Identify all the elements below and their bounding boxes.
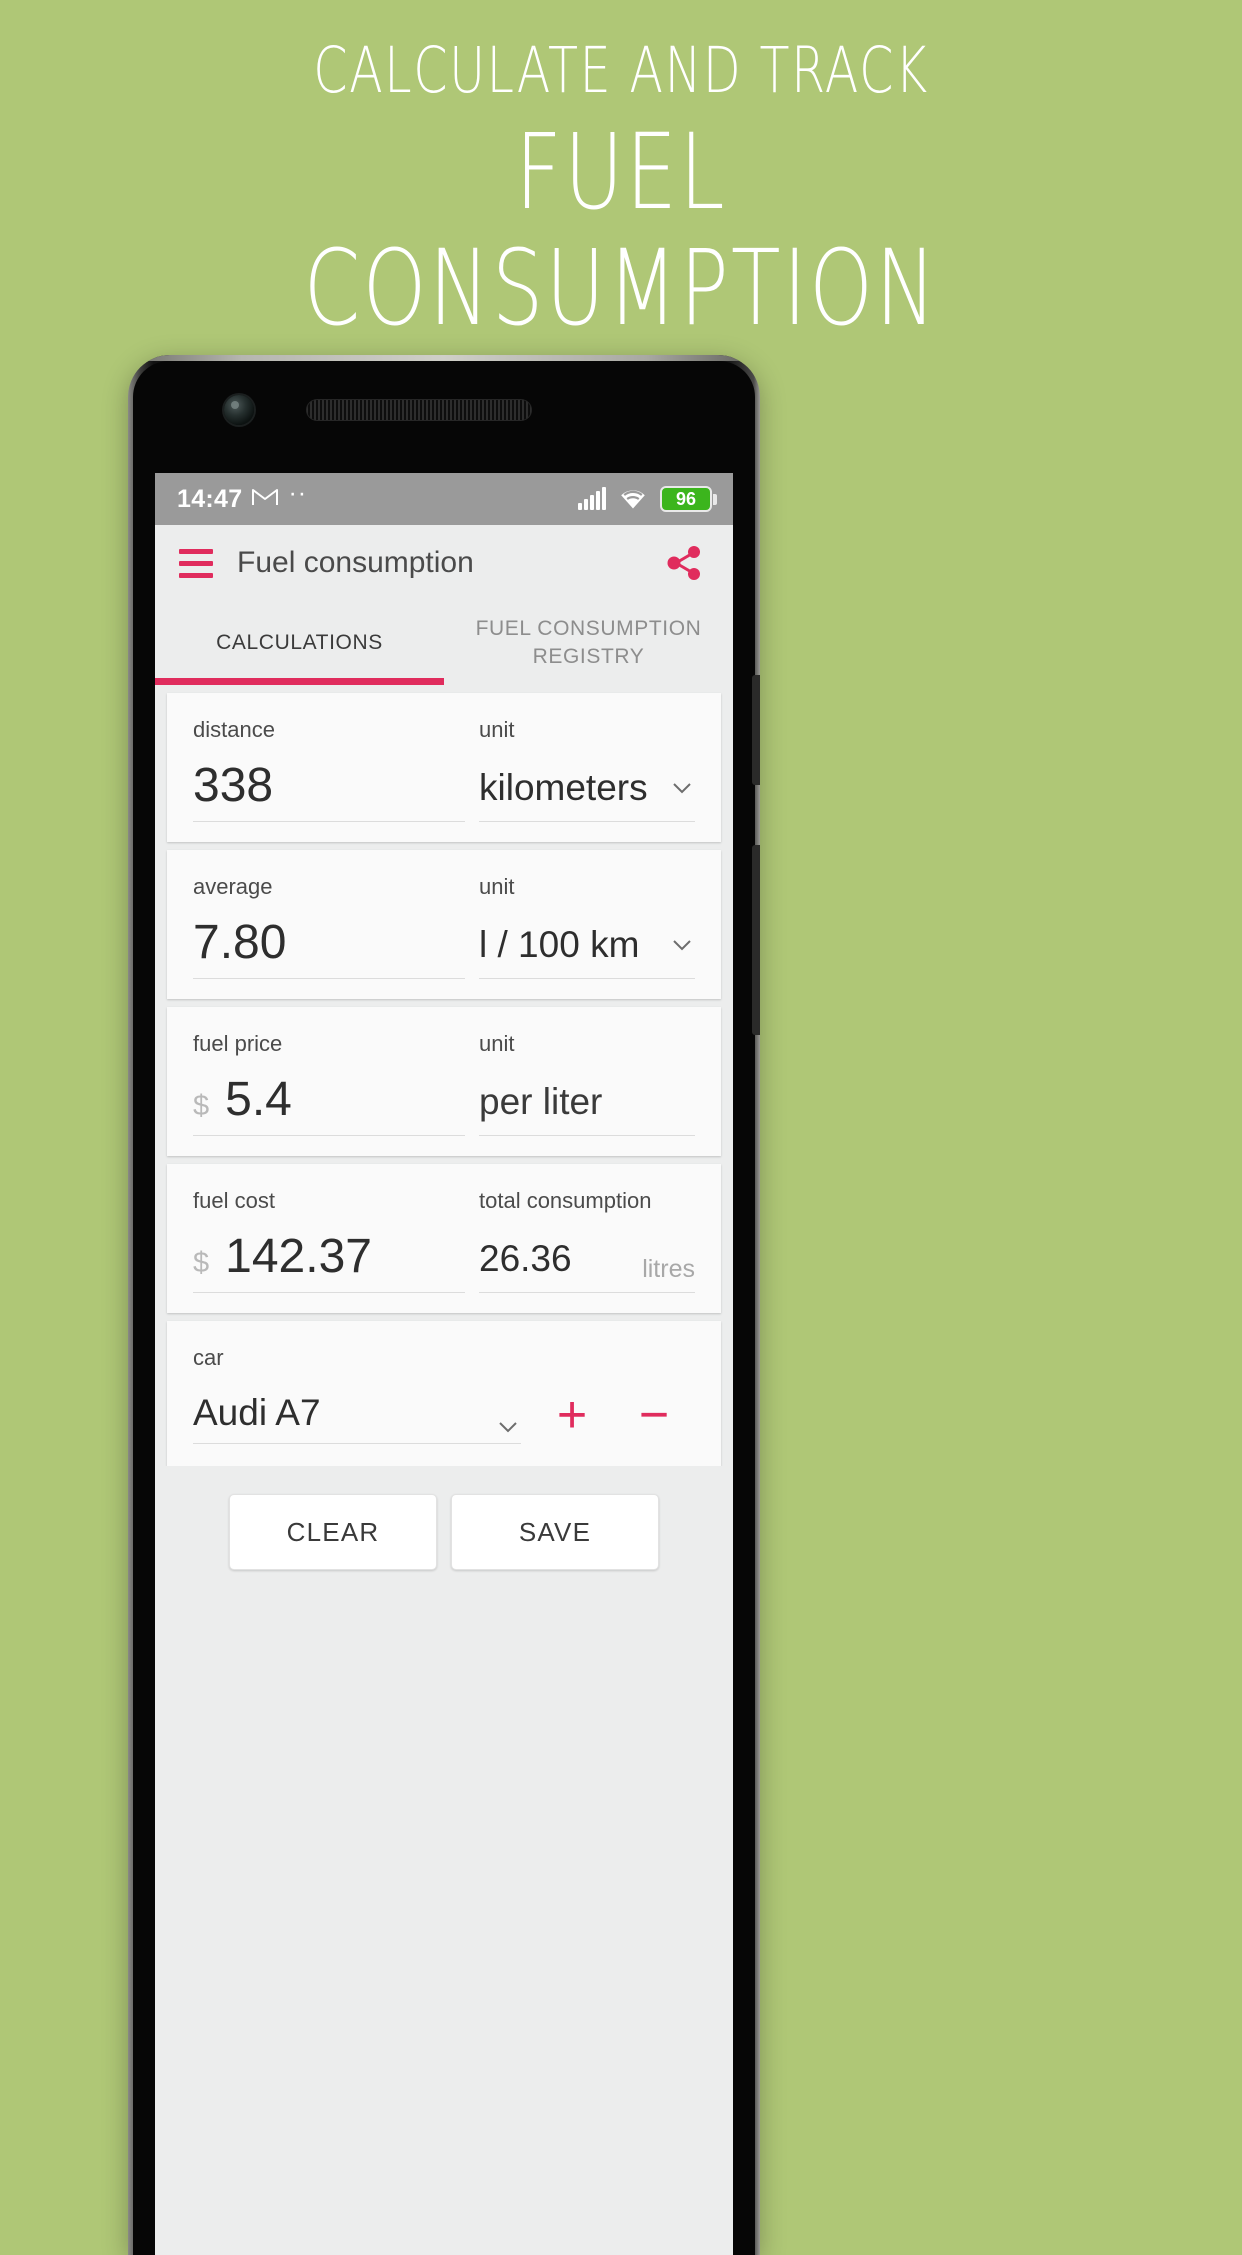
tab-bar: CALCULATIONS FUEL CONSUMPTION REGISTRY bbox=[155, 601, 733, 685]
gmail-icon bbox=[252, 487, 279, 512]
field-average-unit[interactable]: unit l / 100 km bbox=[475, 874, 695, 979]
promo-line-3: CONSUMPTION bbox=[303, 227, 939, 349]
field-underline bbox=[193, 1292, 465, 1293]
fuel-price-input[interactable]: 5.4 bbox=[225, 1071, 292, 1129]
field-distance[interactable]: distance 338 bbox=[193, 717, 475, 822]
chevron-down-icon[interactable] bbox=[669, 932, 695, 958]
total-consumption-value: 26.36 bbox=[479, 1238, 572, 1279]
hamburger-icon[interactable] bbox=[179, 548, 213, 578]
phone-screen: 14:47 ·· 96 Fuel consumption CALCULATION… bbox=[155, 473, 733, 2255]
fuel-cost-value: 142.37 bbox=[225, 1230, 372, 1283]
field-average[interactable]: average 7.80 bbox=[193, 874, 475, 979]
field-label: fuel price bbox=[193, 1031, 283, 1056]
add-car-button[interactable]: + bbox=[531, 1387, 613, 1443]
more-notifications-icon: ·· bbox=[288, 478, 308, 507]
phone-top-edge bbox=[128, 355, 760, 361]
page-title: Fuel consumption bbox=[237, 546, 474, 579]
action-buttons: CLEAR SAVE bbox=[155, 1466, 733, 1570]
chevron-down-icon[interactable] bbox=[495, 1400, 521, 1433]
car-label: car bbox=[193, 1345, 224, 1370]
calculations-content: distance 338 unit kilometers average 7.8… bbox=[155, 693, 733, 1570]
field-label: average bbox=[193, 874, 273, 899]
field-underline bbox=[193, 1443, 521, 1444]
remove-car-button[interactable]: − bbox=[613, 1387, 695, 1443]
tab-fuel-consumption-registry[interactable]: FUEL CONSUMPTION REGISTRY bbox=[444, 601, 733, 685]
field-label: unit bbox=[479, 1031, 515, 1056]
car-select[interactable]: Audi A7 bbox=[193, 1385, 521, 1444]
promo-line-1: CALCULATE AND TRACK bbox=[313, 34, 929, 107]
cellular-signal-icon bbox=[578, 487, 606, 510]
status-bar: 14:47 ·· 96 bbox=[155, 473, 733, 525]
car-value[interactable]: Audi A7 bbox=[193, 1385, 321, 1441]
card-car: car Audi A7 + − bbox=[167, 1321, 721, 1466]
card-fuel-price: fuel price $ 5.4 unit per liter bbox=[167, 1007, 721, 1156]
field-distance-unit[interactable]: unit kilometers bbox=[475, 717, 695, 822]
status-bar-time: 14:47 bbox=[177, 484, 243, 513]
field-label: unit bbox=[479, 874, 515, 899]
app-bar: Fuel consumption bbox=[155, 525, 733, 601]
wifi-icon bbox=[619, 488, 647, 510]
field-underline bbox=[479, 1135, 695, 1136]
promo-line-2: FUEL bbox=[515, 111, 727, 233]
field-label: total consumption bbox=[479, 1188, 652, 1213]
battery-level: 96 bbox=[675, 488, 697, 509]
card-distance: distance 338 unit kilometers bbox=[167, 693, 721, 842]
field-label: distance bbox=[193, 717, 275, 742]
clear-button[interactable]: CLEAR bbox=[229, 1494, 437, 1570]
battery-icon: 96 bbox=[660, 486, 717, 512]
field-underline bbox=[193, 821, 465, 822]
field-fuel-cost: fuel cost $ 142.37 bbox=[193, 1188, 475, 1293]
distance-input[interactable]: 338 bbox=[193, 757, 273, 815]
power-button[interactable] bbox=[752, 675, 760, 785]
average-unit-value[interactable]: l / 100 km bbox=[479, 916, 669, 974]
chevron-down-icon[interactable] bbox=[669, 775, 695, 801]
currency-symbol: $ bbox=[193, 1247, 210, 1279]
average-input[interactable]: 7.80 bbox=[193, 914, 286, 972]
tab-active-indicator bbox=[155, 678, 444, 685]
tab-calculations[interactable]: CALCULATIONS bbox=[155, 601, 444, 685]
front-camera-icon bbox=[224, 395, 254, 425]
distance-unit-value[interactable]: kilometers bbox=[479, 759, 669, 817]
volume-button[interactable] bbox=[752, 845, 760, 1035]
field-underline bbox=[193, 1135, 465, 1136]
share-icon[interactable] bbox=[663, 542, 705, 584]
card-average: average 7.80 unit l / 100 km bbox=[167, 850, 721, 999]
field-underline bbox=[479, 821, 695, 822]
earpiece-speaker bbox=[306, 399, 532, 421]
fuel-price-unit-value[interactable]: per liter bbox=[479, 1073, 695, 1131]
field-underline bbox=[479, 978, 695, 979]
total-consumption-unit: litres bbox=[642, 1255, 695, 1283]
field-label: fuel cost bbox=[193, 1188, 275, 1213]
promo-headline: CALCULATE AND TRACK FUEL CONSUMPTION bbox=[0, 0, 1242, 346]
field-fuel-price-unit[interactable]: unit per liter bbox=[475, 1031, 695, 1136]
card-fuel-cost: fuel cost $ 142.37 total consumption 26.… bbox=[167, 1164, 721, 1313]
field-fuel-price[interactable]: fuel price $ 5.4 bbox=[193, 1031, 475, 1136]
field-underline bbox=[479, 1292, 695, 1293]
save-button[interactable]: SAVE bbox=[451, 1494, 659, 1570]
field-underline bbox=[193, 978, 465, 979]
currency-symbol: $ bbox=[193, 1090, 210, 1122]
phone-mockup: 14:47 ·· 96 Fuel consumption CALCULATION… bbox=[128, 355, 760, 2255]
field-label: unit bbox=[479, 717, 515, 742]
field-total-consumption: total consumption 26.36 litres bbox=[475, 1188, 695, 1293]
